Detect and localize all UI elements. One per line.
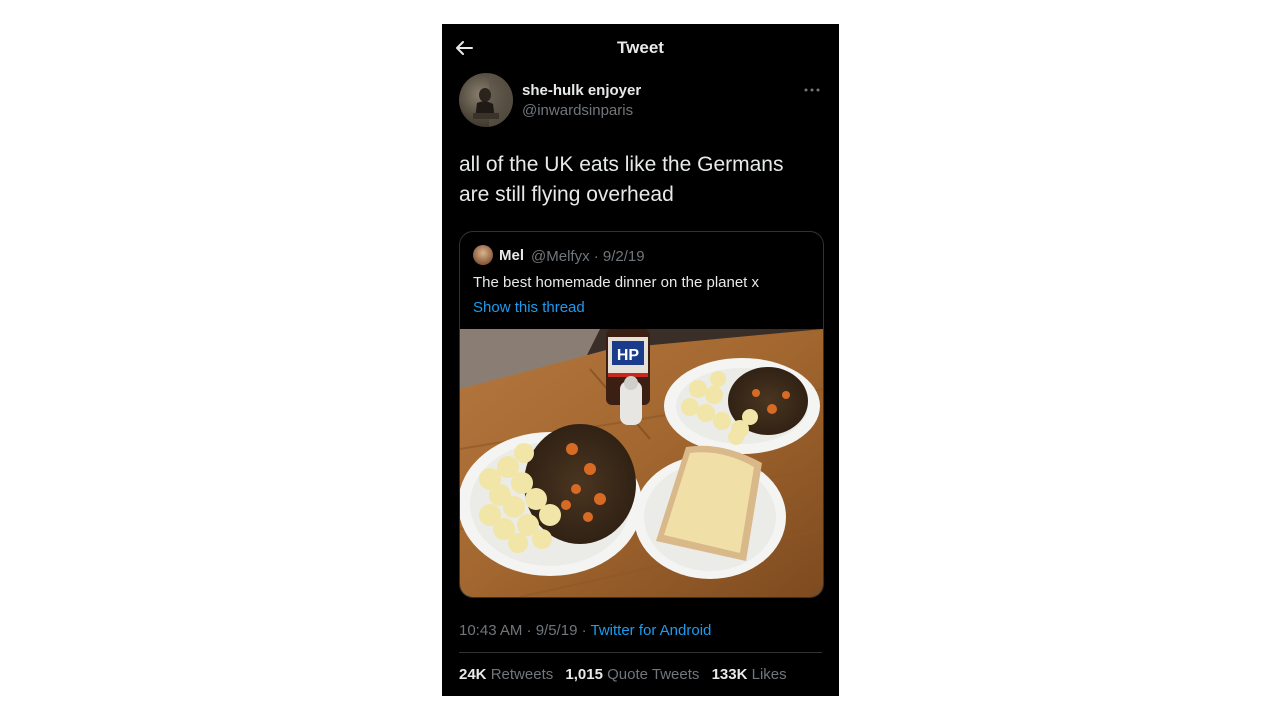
tweet-screen: Tweet she-hulk enjoyer @inwardsinparis a… <box>442 24 839 696</box>
page-title: Tweet <box>617 38 664 57</box>
engagement-stats: 24K Retweets 1,015 Quote Tweets 133K Lik… <box>459 666 795 683</box>
quoted-handle-date: @Melfyx · 9/2/19 <box>531 248 645 265</box>
quoted-avatar <box>473 245 493 265</box>
avatar[interactable] <box>459 73 513 127</box>
top-bar: Tweet <box>442 24 839 72</box>
quote-tweets-count: 1,015 <box>565 666 603 683</box>
show-thread-link[interactable]: Show this thread <box>473 299 585 316</box>
client-link[interactable]: Twitter for Android <box>590 622 711 639</box>
retweets-count: 24K <box>459 666 487 683</box>
more-options-icon[interactable] <box>802 82 822 98</box>
bottle-label: HP <box>617 347 640 364</box>
retweets-label: Retweets <box>490 666 554 683</box>
tweet-text-line: are still flying overhead <box>459 183 674 206</box>
quoted-tweet-text: The best homemade dinner on the planet x <box>473 274 760 291</box>
retweets-stat[interactable]: 24K Retweets <box>459 666 553 683</box>
likes-stat[interactable]: 133K Likes <box>712 666 787 683</box>
divider <box>459 652 822 653</box>
quoted-photo[interactable]: HP <box>460 329 823 597</box>
author-name[interactable]: she-hulk enjoyer <box>522 82 641 99</box>
likes-label: Likes <box>751 666 787 683</box>
tweet-timestamp: 10:43 AM · 9/5/19 · Twitter for Android <box>459 622 711 639</box>
quote-tweets-label: Quote Tweets <box>607 666 700 683</box>
quoted-author-name: Mel <box>499 247 525 264</box>
quote-tweets-stat[interactable]: 1,015 Quote Tweets <box>565 666 699 683</box>
time-date: 10:43 AM · 9/5/19 · <box>459 622 591 639</box>
quoted-tweet[interactable]: Mel @Melfyx · 9/2/19 The best homemade d… <box>459 231 824 598</box>
likes-count: 133K <box>711 666 748 683</box>
tweet-text-line: all of the UK eats like the Germans <box>459 153 784 176</box>
tweet-text: all of the UK eats like the Germans are … <box>459 150 819 210</box>
author-handle[interactable]: @inwardsinparis <box>522 102 633 119</box>
